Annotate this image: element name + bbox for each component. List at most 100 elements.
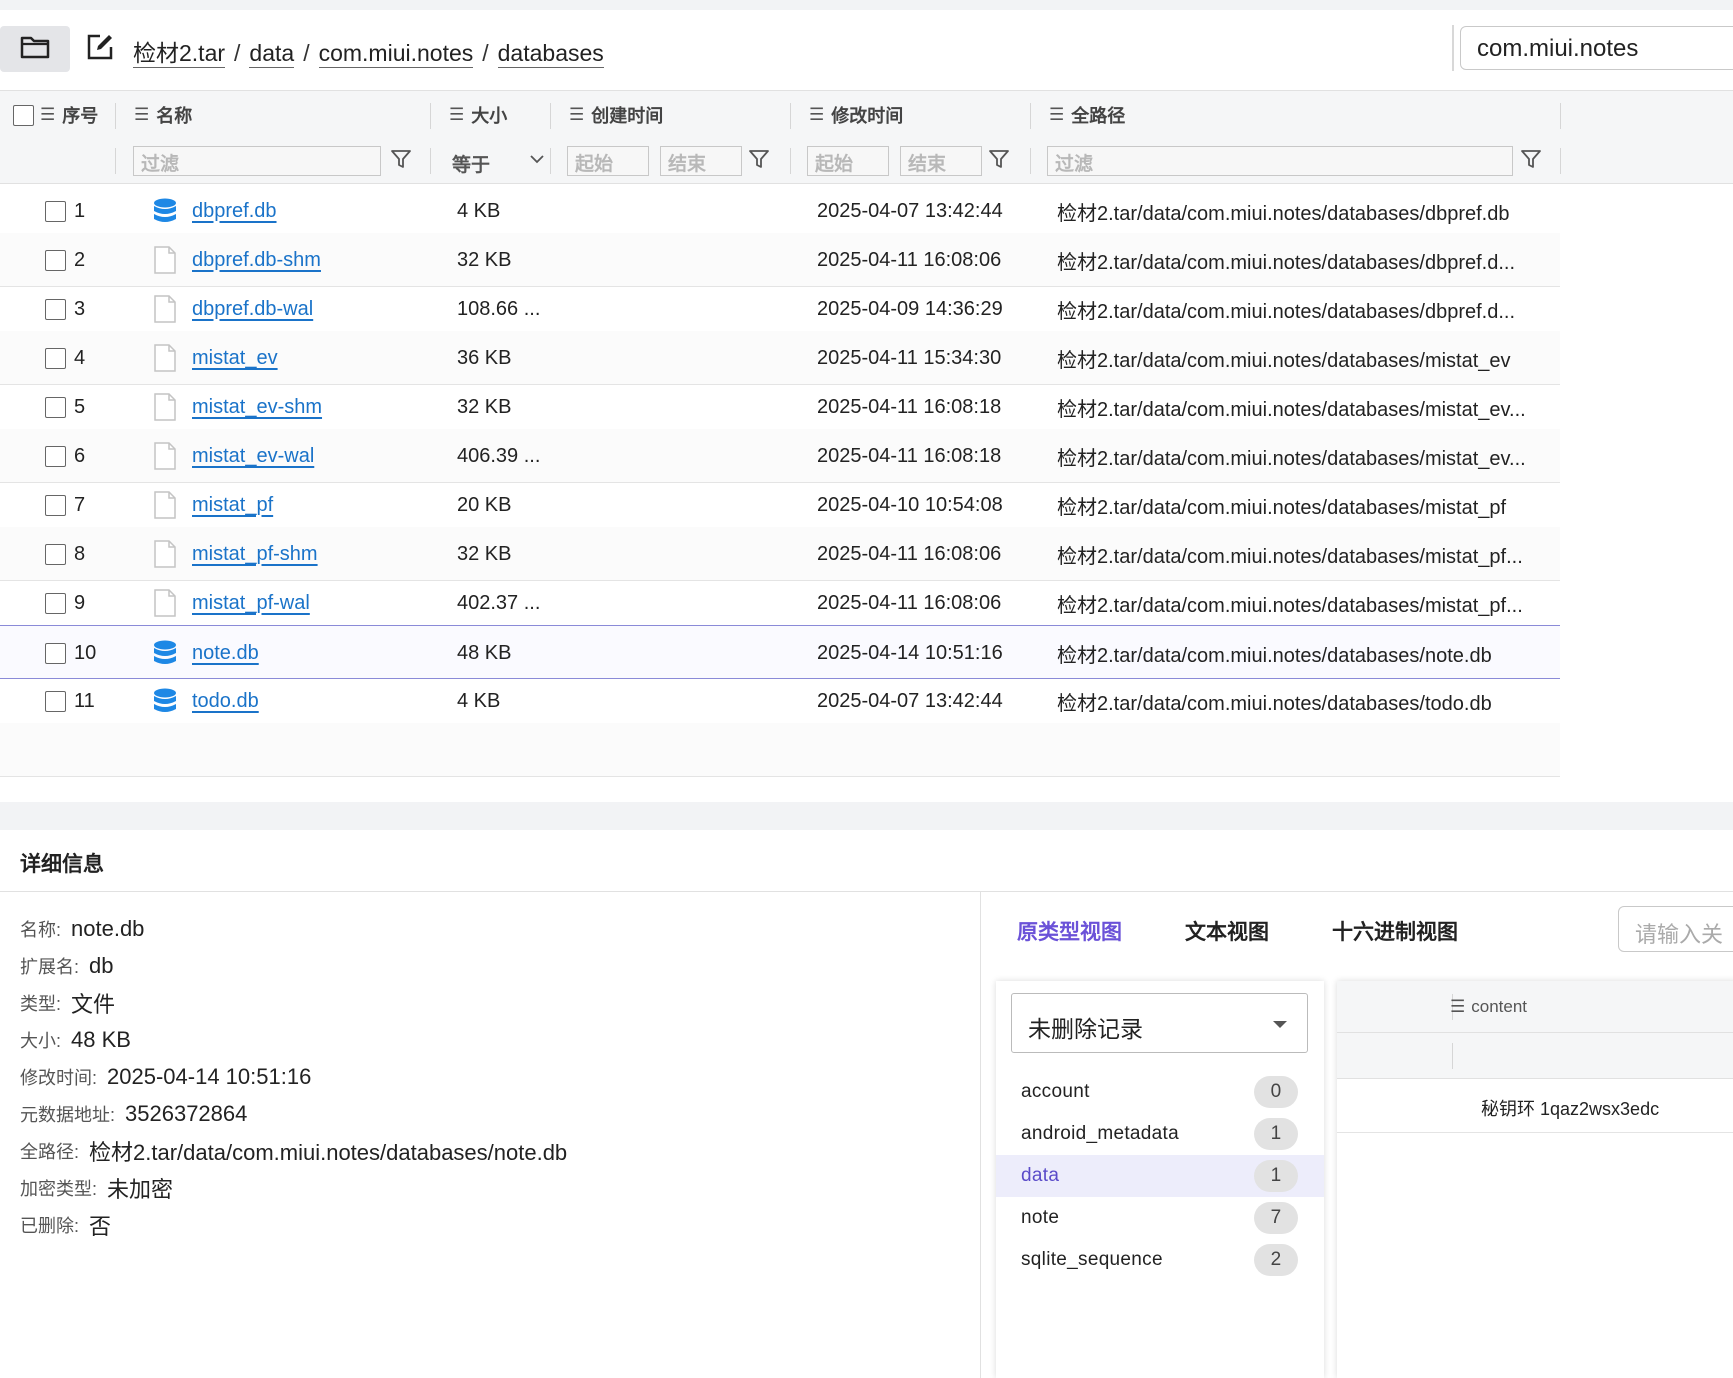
db-table-item[interactable]: android_metadata 1 [996,1113,1324,1155]
keyword-search-input[interactable]: 请输入关 [1618,906,1733,952]
table-row[interactable]: 5 mistat_ev-shm 32 KB 2025-04-11 16:08:18 检材… [0,380,1560,434]
file-name-link[interactable]: mistat_pf-shm [192,543,318,566]
table-row[interactable]: 11 todo.db 4 KB 2025-04-07 13:42:44 检材2.tar/… [0,674,1560,728]
result-column-label: content [1471,997,1528,1016]
column-menu-icon[interactable]: ☰ [809,105,824,125]
row-name-cell: mistat_pf-shm [150,527,318,581]
row-checkbox[interactable] [45,445,66,467]
breadcrumb-item[interactable]: data [249,40,295,68]
table-row-partial[interactable] [0,723,1560,777]
column-menu-icon[interactable]: ☰ [40,105,55,125]
details-split-divider [980,892,981,1378]
column-menu-icon[interactable]: ☰ [569,105,584,125]
file-name-link[interactable]: mistat_pf [192,494,273,517]
folder-button[interactable] [0,26,70,72]
path-filter-input[interactable]: 过滤 [1047,146,1513,176]
db-table-item[interactable]: sqlite_sequence 2 [996,1239,1324,1281]
row-checkbox[interactable] [45,347,66,369]
row-checkbox[interactable] [45,249,66,271]
row-checkbox[interactable] [45,592,66,614]
table-row[interactable]: 2 dbpref.db-shm 32 KB 2025-04-11 16:08:06 检材… [0,233,1560,287]
row-index-cell: 11 [45,674,95,728]
column-menu-icon[interactable]: ☰ [1049,105,1064,125]
breadcrumb-item[interactable]: databases [497,40,604,68]
db-table-item[interactable]: account 0 [996,1071,1324,1113]
record-filter-select[interactable]: 未删除记录 [1011,993,1308,1053]
created-start-input[interactable]: 起始 [567,146,649,176]
row-checkbox[interactable] [45,298,66,320]
db-table-name: sqlite_sequence [1021,1249,1163,1270]
detail-key: 扩展名: [20,956,80,977]
header-modified[interactable]: ☰ 修改时间 [809,91,903,139]
db-table-item[interactable]: data 1 [996,1155,1324,1197]
filter-funnel-icon[interactable] [988,148,1010,176]
filter-divider [1030,148,1031,174]
header-fullpath[interactable]: ☰ 全路径 [1049,91,1125,139]
row-checkbox[interactable] [45,543,66,565]
row-checkbox[interactable] [45,642,66,664]
filter-funnel-icon[interactable] [748,148,770,176]
db-table-item[interactable]: note 7 [996,1197,1324,1239]
created-end-input[interactable]: 结束 [660,146,742,176]
file-icon [150,294,180,324]
file-name-link[interactable]: mistat_ev-wal [192,445,314,468]
table-row[interactable]: 4 mistat_ev 36 KB 2025-04-11 15:34:30 检材2.ta… [0,331,1560,385]
name-filter-input[interactable]: 过滤 [133,146,381,176]
path-input[interactable]: com.miui.notes [1460,26,1733,70]
select-all-checkbox[interactable] [13,104,34,126]
table-row[interactable]: 1 dbpref.db 4 KB 2025-04-07 13:42:44 检材2.tar… [0,184,1560,238]
file-table: ☰ 序号 ☰ 名称 ☰ 大小 ☰ 创建时间 ☰ 修改时间 ☰ 全路径 过滤 等于… [0,90,1733,802]
row-size: 4 KB [457,689,501,712]
header-created[interactable]: ☰ 创建时间 [569,91,663,139]
row-name-cell: mistat_ev-shm [150,380,322,434]
row-fullpath: 检材2.tar/data/com.miui.notes/databases/mi… [1057,349,1511,372]
row-checkbox[interactable] [45,494,66,516]
file-name-link[interactable]: dbpref.db-wal [192,298,313,321]
table-row[interactable]: 9 mistat_pf-wal 402.37 ... 2025-04-11 16:08… [0,576,1560,630]
table-row[interactable]: 6 mistat_ev-wal 406.39 ... 2025-04-11 16:08… [0,429,1560,483]
row-index-cell: 2 [45,233,85,287]
file-name-link[interactable]: dbpref.db-shm [192,249,321,272]
filter-divider [550,148,551,174]
table-row[interactable]: 7 mistat_pf 20 KB 2025-04-10 10:54:08 检材2.ta… [0,478,1560,532]
header-name[interactable]: ☰ 名称 [134,91,192,139]
column-menu-icon[interactable]: ☰ [449,105,464,125]
column-menu-icon[interactable]: ☰ [1450,997,1465,1016]
tab-hex-view[interactable]: 十六进制视图 [1332,916,1458,946]
row-size: 32 KB [457,542,512,565]
file-name-link[interactable]: dbpref.db [192,200,277,223]
file-name-link[interactable]: mistat_ev-shm [192,396,322,419]
result-row[interactable]: 秘钥环 1qaz2wsx3edc [1337,1079,1733,1133]
row-index: 4 [74,346,86,369]
row-size: 20 KB [457,493,512,516]
tab-text-view[interactable]: 文本视图 [1185,916,1269,946]
table-row[interactable]: 10 note.db 48 KB 2025-04-14 10:51:16 检材2.tar… [0,625,1560,679]
file-name-link[interactable]: mistat_ev [192,347,278,370]
table-row[interactable]: 3 dbpref.db-wal 108.66 ... 2025-04-09 14:36… [0,282,1560,336]
breadcrumb-item[interactable]: com.miui.notes [318,40,474,68]
filter-funnel-icon[interactable] [390,148,412,176]
row-fullpath: 检材2.tar/data/com.miui.notes/databases/mi… [1057,594,1523,617]
tab-native-view[interactable]: 原类型视图 [1017,916,1122,946]
filter-funnel-icon[interactable] [1520,148,1542,176]
table-row[interactable]: 8 mistat_pf-shm 32 KB 2025-04-11 16:08:06 检材… [0,527,1560,581]
modified-start-input[interactable]: 起始 [807,146,889,176]
row-checkbox[interactable] [45,690,66,712]
size-operator-select[interactable]: 等于 [452,146,550,176]
row-modified: 2025-04-09 14:36:29 [817,297,1003,320]
column-menu-icon[interactable]: ☰ [134,105,149,125]
file-name-link[interactable]: mistat_pf-wal [192,592,310,615]
file-name-link[interactable]: todo.db [192,690,259,713]
header-size[interactable]: ☰ 大小 [449,91,507,139]
result-column-header[interactable]: ☰ content [1450,997,1527,1017]
detail-key: 修改时间: [20,1067,98,1088]
row-checkbox[interactable] [45,396,66,418]
edit-button[interactable] [82,28,118,70]
modified-end-input[interactable]: 结束 [900,146,982,176]
row-checkbox[interactable] [45,200,66,222]
row-modified: 2025-04-11 16:08:06 [817,591,1002,614]
panel-divider[interactable] [0,802,1733,830]
file-name-link[interactable]: note.db [192,642,259,665]
breadcrumb-item[interactable]: 检材2.tar [133,40,226,68]
header-index[interactable]: ☰ 序号 [13,91,98,139]
